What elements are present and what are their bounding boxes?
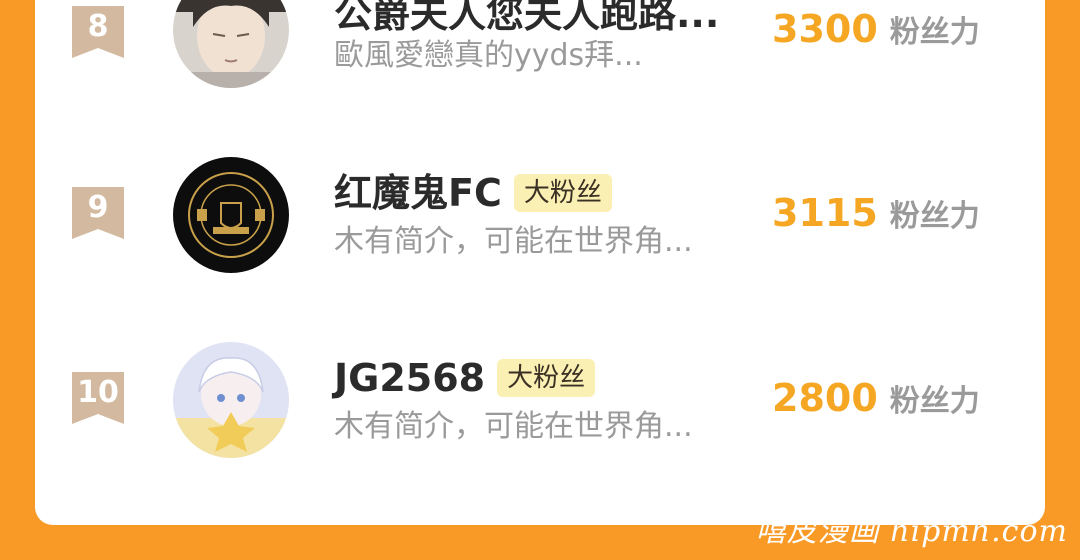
rank-marker: 8 [72, 6, 124, 58]
fan-power-score: 3115 [772, 191, 878, 235]
user-intro: 木有简介，可能在世界角... [334, 409, 693, 444]
fan-leaderboard-card: 8 公爵夫人您夫人跑路... 歐風愛戀真的yyds拜... 3300 粉丝力 9… [35, 0, 1045, 525]
fan-power-score: 2800 [772, 376, 878, 420]
avatar[interactable] [173, 342, 289, 458]
rank-marker: 9 [72, 187, 124, 239]
rank-number: 8 [87, 9, 109, 44]
fan-power-label: 粉丝力 [889, 15, 980, 50]
fan-level-badge: 大粉丝 [513, 174, 612, 212]
fan-level-badge: 大粉丝 [497, 359, 596, 397]
leaderboard-row[interactable]: 9 红魔鬼FC 大粉丝 木有简介，可能在世界角... 3115 粉丝力 [35, 135, 1045, 285]
site-watermark: 嘻皮漫画 hipmh.com [755, 514, 1068, 549]
leaderboard-row[interactable]: 10 JG2568 大粉丝 木有简介，可能在世界角... 2800 粉丝力 [35, 320, 1045, 470]
user-intro: 木有简介，可能在世界角... [334, 224, 693, 259]
leaderboard-row[interactable]: 8 公爵夫人您夫人跑路... 歐風愛戀真的yyds拜... 3300 粉丝力 [35, 0, 1045, 100]
user-name[interactable]: 红魔鬼FC [334, 169, 502, 217]
rank-number: 10 [77, 375, 119, 410]
rank-number: 9 [87, 190, 109, 225]
user-name[interactable]: JG2568 [334, 354, 485, 402]
fan-power-label: 粉丝力 [889, 199, 980, 234]
fan-power-score: 3300 [772, 7, 878, 51]
avatar[interactable] [173, 157, 289, 273]
fan-power-label: 粉丝力 [889, 384, 980, 419]
avatar[interactable] [173, 0, 289, 88]
user-name[interactable]: 公爵夫人您夫人跑路... [334, 0, 719, 38]
user-intro: 歐風愛戀真的yyds拜... [334, 38, 643, 73]
rank-marker: 10 [72, 372, 124, 424]
